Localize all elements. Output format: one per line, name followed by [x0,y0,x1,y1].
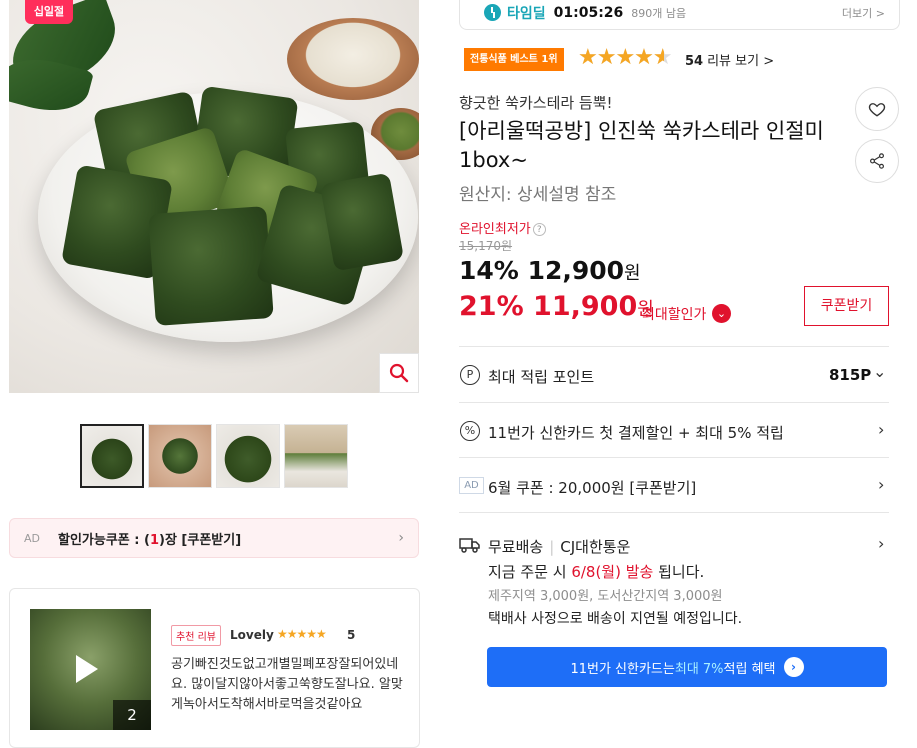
percent-icon: % [460,421,480,441]
review-count: 54 [685,54,704,69]
timedeal-label: 타임딜 [507,5,546,22]
discount-price: 14% 12,900원 [459,256,641,285]
max-discount-price: 21% 11,900원 [459,291,654,322]
shipping-date: 지금 주문 시 6/8(월) 발송 됩니다. [488,563,705,581]
zoom-button[interactable] [379,353,419,393]
points-value: 815P [829,366,872,384]
divider [459,512,889,513]
get-coupon-button[interactable]: 쿠폰받기 [804,286,889,326]
arrow-right-icon: › [783,657,804,677]
divider [459,346,889,347]
media-count: 2 [113,700,151,730]
chevron-down-icon[interactable]: ⌄ [873,362,886,381]
point-icon: P [460,365,480,385]
ad-label: AD [459,477,484,494]
timedeal-more-link[interactable]: 더보기 > [842,5,885,21]
recommended-review-tag: 추천 리뷰 [171,625,221,646]
heart-icon [868,103,886,117]
magnifier-icon [389,363,409,383]
thumbnail-1[interactable] [80,424,144,488]
review-stars: ★★★★★ [277,627,327,641]
card-benefit-highlight: 최대 7% [674,661,724,677]
rice-flour-bowl [287,18,419,100]
card-discount-label[interactable]: 11번가 신한카드 첫 결제할인 + 최대 5% 적립 [488,422,784,443]
chevron-right-icon[interactable]: › [878,420,884,439]
review-count-link[interactable]: 54 리뷰 보기 > [685,50,774,69]
thumbnail-3[interactable] [216,424,280,488]
thumbnail-2[interactable] [148,424,212,488]
monthly-coupon-label[interactable]: 6월 쿠폰 : 20,000원 [쿠폰받기] [488,477,696,498]
wishlist-button[interactable] [855,87,899,131]
card-benefit-banner[interactable]: 11번가 신한카드는 최대 7% 적립 혜택 › [487,647,887,687]
help-icon[interactable]: ? [532,223,546,236]
divider [459,402,889,403]
review-text: 공기빠진것도없고개별밀폐포장잘되어있네요. 많이달지않아서좋고쑥향도잘나요. 알… [171,657,403,712]
points-label: 최대 적립 포인트 [488,368,595,386]
chevron-right-icon: › [398,530,404,546]
chevron-right-icon[interactable]: › [878,534,884,553]
clock-icon [484,4,501,21]
shipping-delay-notice: 택배사 사정으로 배송이 지연될 예정입니다. [488,611,743,627]
original-price: 15,170원 [459,239,513,253]
product-main-image[interactable] [9,0,419,393]
thumbnail-4[interactable] [284,424,348,488]
review-video-thumbnail[interactable]: 2 [30,609,151,730]
share-button[interactable] [855,139,899,183]
shipping-extra-fee: 제주지역 3,000원, 도서산간지역 3,000원 [488,589,723,604]
lowest-price-label: 온라인최저가? [459,218,546,237]
product-origin: 원산지: 상세설명 참조 [459,185,617,205]
play-icon [76,655,98,683]
divider [459,457,889,458]
timedeal-countdown: 01:05:26 [553,4,624,21]
timedeal-remaining: 890개 남음 [631,6,687,20]
review-author: Lovely [230,628,274,642]
sale-event-badge: 십일절 [25,0,73,24]
rating-stars: ★★★★★ ★★★★★ [578,45,673,70]
coupon-count: 1 [149,532,159,548]
coupon-banner[interactable]: AD 할인가능쿠폰 : (1)장 [쿠폰받기] › [9,518,419,558]
timedeal-bar: 타임딜 01:05:26 890개 남음 더보기 > [459,0,900,30]
review-preview-card[interactable]: 2 추천 리뷰 Lovely ★★★★★ 5 공기빠진것도없고개별밀폐포장잘되어… [9,588,420,748]
review-score: 5 [347,628,356,642]
ad-label: AD [24,531,40,545]
coupon-banner-text: 할인가능쿠폰 : (1)장 [쿠폰받기] [58,532,242,548]
product-subtitle: 향긋한 쑥카스테라 듬뿍! [459,94,613,112]
rice-cake-piece [319,172,405,272]
shipping-method: 무료배송 | CJ대한통운 [488,538,631,556]
truck-icon [459,538,480,553]
best-seller-badge: 전통식품 베스트 1위 [464,48,564,71]
share-icon [870,153,884,169]
chevron-down-icon[interactable]: ⌄ [712,304,731,323]
product-title: [아리울떡공방] 인진쑥 쑥카스테라 인절미 1box~ [459,119,824,172]
max-discount-label: 최대할인가 [642,307,707,323]
rice-cake-piece [148,206,274,326]
chevron-right-icon[interactable]: › [878,475,884,494]
